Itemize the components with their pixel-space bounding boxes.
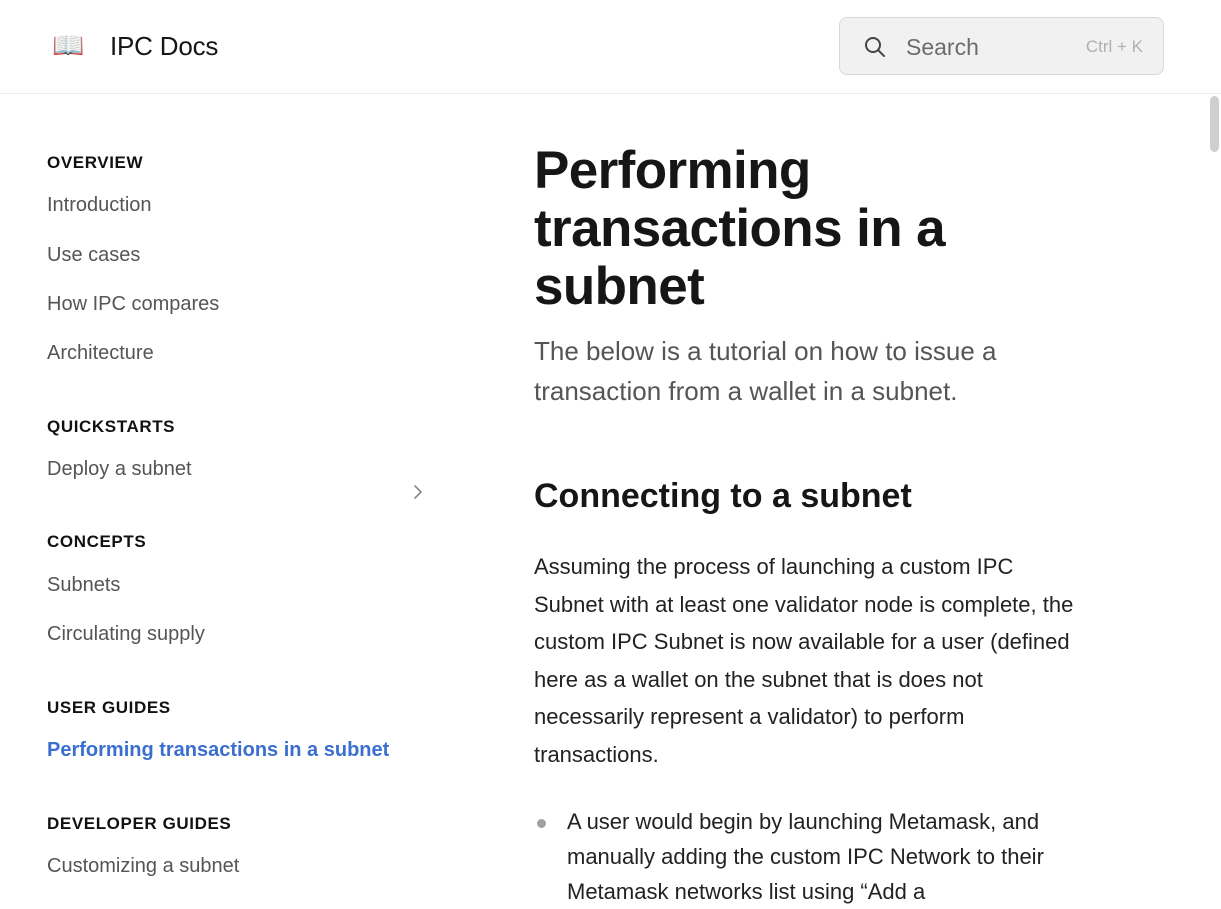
sidebar-item-use-cases[interactable]: Use cases [47, 242, 140, 268]
list-item: A user would begin by launching Metamask… [567, 809, 1044, 904]
sidebar-item-introduction[interactable]: Introduction [47, 192, 152, 218]
page-title: Performing transactions in a subnet [534, 141, 946, 316]
section-title-developer-guides: DEVELOPER GUIDES [47, 814, 232, 833]
search-shortcut-hint: Ctrl + K [1085, 37, 1143, 56]
sidebar-item-subnets[interactable]: Subnets [47, 572, 120, 598]
section-title-concepts: CONCEPTS [47, 532, 147, 551]
vertical-scrollbar[interactable] [1207, 94, 1221, 900]
chevron-right-icon[interactable] [411, 484, 425, 500]
search-placeholder: Search [906, 34, 979, 60]
body-paragraph: Assuming the process of launching a cust… [534, 554, 1074, 767]
sidebar-item-how-ipc-compares[interactable]: How IPC compares [47, 291, 219, 317]
search-icon [865, 37, 885, 57]
scrollbar-thumb[interactable] [1210, 96, 1219, 152]
sidebar-item-deploy-a-subnet[interactable]: Deploy a subnet [47, 456, 192, 482]
section-title-overview: OVERVIEW [47, 153, 144, 172]
sidebar-item-architecture[interactable]: Architecture [47, 340, 154, 366]
sidebar-item-customizing-a-subnet[interactable]: Customizing a subnet [47, 853, 239, 879]
section-heading: Connecting to a subnet [534, 477, 912, 515]
sidebar-item-circulating-supply[interactable]: Circulating supply [47, 621, 205, 647]
site-title[interactable]: IPC Docs [110, 30, 218, 62]
main-content: Performing transactions in a subnet The … [534, 94, 1094, 905]
book-icon[interactable]: 📖 [52, 30, 86, 60]
search-input[interactable]: Search Ctrl + K [839, 17, 1164, 75]
section-title-quickstarts: QUICKSTARTS [47, 417, 176, 436]
page-subtitle: The below is a tutorial on how to issue … [534, 336, 997, 406]
top-header: 📖 IPC Docs Search Ctrl + K [0, 0, 1221, 94]
sidebar-item-performing-transactions[interactable]: Performing transactions in a subnet [47, 737, 389, 763]
bullet-icon [537, 819, 546, 828]
sidebar-nav: OVERVIEW Introduction Use cases How IPC … [0, 94, 480, 900]
section-title-user-guides: USER GUIDES [47, 698, 171, 717]
